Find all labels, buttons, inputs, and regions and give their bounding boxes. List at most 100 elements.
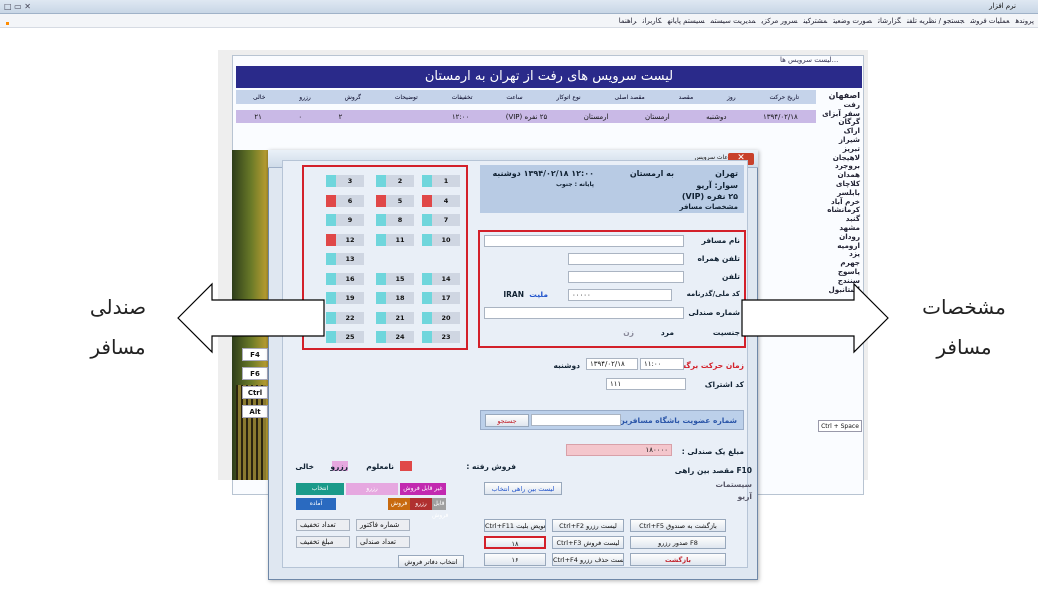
sales-office-field[interactable]: ۱۶: [484, 553, 546, 566]
seat[interactable]: 21: [376, 311, 414, 324]
seat-number: 24: [386, 331, 414, 343]
seat[interactable]: 1: [422, 175, 460, 187]
seat[interactable]: 25: [326, 331, 364, 343]
issue-reserve-button[interactable]: صدور رزرو F8: [630, 536, 726, 549]
seat[interactable]: 16: [326, 272, 364, 285]
sold-legend-label: فروش رفته :: [466, 462, 516, 471]
seat[interactable]: 20: [422, 311, 460, 324]
return-date-input[interactable]: ۱۳۹۴/۰۲/۱۸: [586, 358, 638, 370]
seat-number-input[interactable]: [484, 307, 684, 319]
seat[interactable]: 18: [376, 292, 414, 304]
reserve-list-button[interactable]: Ctrl+F2 لیست رزرو: [552, 519, 624, 532]
status-dot: [6, 22, 9, 25]
seat[interactable]: 10: [422, 233, 460, 246]
side-shortcut-key[interactable]: F6: [242, 367, 268, 380]
column-header: توضیحات: [394, 93, 418, 101]
sales-office-button[interactable]: انتخاب دفاتر فروش: [398, 555, 464, 568]
nationality-value[interactable]: IRAN: [503, 290, 524, 299]
seat-number: 3: [336, 175, 364, 187]
seat[interactable]: 13: [326, 253, 364, 265]
ticket-change-button[interactable]: Ctrl+F11 تعویض بلیت: [484, 519, 546, 532]
sales-list-button[interactable]: Ctrl+F3 لیست فروش: [552, 536, 624, 549]
seat[interactable]: 3: [326, 175, 364, 187]
seat[interactable]: 6: [326, 194, 364, 207]
seat[interactable]: 24: [376, 331, 414, 343]
gender-male-radio[interactable]: مرد: [661, 328, 674, 337]
intercity-checkbox[interactable]: مقصد بین راهی: [675, 466, 734, 475]
menu-item[interactable]: سرور مرکزی: [762, 17, 798, 25]
seat[interactable]: 7: [422, 214, 460, 226]
column-header: مقصد اصلی: [614, 93, 645, 101]
seat[interactable]: 8: [376, 214, 414, 226]
delete-reserve-list-button[interactable]: Ctrl+F4 لیست حذف رزرو: [552, 553, 624, 566]
seat[interactable]: 17: [422, 292, 460, 304]
seat-number: 15: [386, 272, 414, 285]
seat[interactable]: 5: [376, 194, 414, 207]
gender-label: جنسیت: [712, 328, 740, 337]
menu-item[interactable]: سیستم پایانه: [668, 17, 705, 25]
seat-status-indicator: [326, 272, 336, 285]
gender-female-radio[interactable]: زن: [623, 328, 634, 337]
legend-item: رزرو: [410, 498, 432, 510]
table-cell: ۲۱: [254, 112, 262, 121]
seat-annotation-line1: صندلی: [89, 295, 147, 319]
discount-amount-field[interactable]: مبلغ تخفیف: [296, 536, 350, 548]
service-list-title: لیست سرویس ها...: [780, 56, 839, 64]
seat-status-indicator: [326, 253, 336, 265]
seat[interactable]: 11: [376, 233, 414, 246]
seat-number: 10: [432, 233, 460, 246]
seat-number-label: شماره صندلی: [688, 308, 740, 317]
legend-item: آماده: [296, 498, 336, 510]
column-header: ساعت: [506, 93, 523, 101]
national-id-input[interactable]: ۰۰۰۰۰: [568, 289, 672, 301]
invoice-number-field[interactable]: شماره فاکتور: [356, 519, 410, 531]
seat[interactable]: 15: [376, 272, 414, 285]
mobile-input[interactable]: [568, 253, 684, 265]
legend-item: رزرو: [346, 483, 398, 495]
intercity-option-b[interactable]: آریو: [738, 492, 752, 501]
phone-input[interactable]: [568, 271, 684, 283]
seat[interactable]: 22: [326, 311, 364, 324]
menu-item[interactable]: پرونده: [1015, 17, 1034, 25]
service-table-row[interactable]: ۱۳۹۴/۰۲/۱۸ دوشنبه ارمستان ارمستان ۲۵ نفره (V…: [236, 110, 816, 123]
menu-item[interactable]: جستجو / نظریه تلفن: [907, 17, 964, 25]
subscription-input[interactable]: ۱۱۱: [606, 378, 686, 390]
membership-label: شماره عضویت باشگاه مسافرین :: [612, 416, 737, 425]
cashbox-return-button[interactable]: Ctrl+F5 بازگشت به صندوق: [630, 519, 726, 532]
menu-item[interactable]: کاربران: [643, 17, 662, 25]
membership-search-button[interactable]: جستجو: [485, 414, 529, 427]
discount-count-field[interactable]: تعداد تخفیف: [296, 519, 350, 531]
seat-number: 11: [386, 233, 414, 246]
f10-key: F10: [736, 466, 752, 475]
menu-item[interactable]: مشترکین: [803, 17, 827, 25]
reserve-list-field[interactable]: ۱۸: [484, 536, 546, 549]
seat[interactable]: 14: [422, 272, 460, 285]
seat[interactable]: 2: [376, 175, 414, 187]
seat[interactable]: 9: [326, 214, 364, 226]
membership-input[interactable]: [531, 414, 621, 426]
passenger-annotation-line2: مسافر: [936, 335, 992, 359]
intercity-option-a[interactable]: سیستمات: [715, 480, 752, 489]
menu-item[interactable]: گزارشات: [878, 17, 901, 25]
name-input[interactable]: [484, 235, 684, 247]
seat-count-field[interactable]: تعداد صندلی: [356, 536, 410, 548]
intercity-list-button[interactable]: لیست بین راهی انتخاب: [484, 482, 562, 495]
side-shortcut-key[interactable]: Ctrl: [242, 386, 268, 399]
seat-status-indicator: [326, 194, 336, 207]
return-time-input[interactable]: ۱۱:۰۰: [640, 358, 684, 370]
empty-legend-label: خالی: [295, 462, 314, 471]
menu-item[interactable]: صورت وضعیت: [833, 17, 872, 25]
seat[interactable]: 4: [422, 194, 460, 207]
seat-number: 1: [432, 175, 460, 187]
back-button[interactable]: بازگشت: [630, 553, 726, 566]
city-list[interactable]: اصفهان رفت سفر آبزای گرگان اراک شیراز تبریز لا…: [818, 91, 860, 294]
menu-item[interactable]: مدیریت سیستم: [711, 17, 756, 25]
mobile-label: تلفن همراه: [697, 254, 740, 263]
seat[interactable]: 19: [326, 292, 364, 304]
seat[interactable]: 12: [326, 233, 364, 246]
window-controls[interactable]: □ ▭ ✕: [4, 2, 31, 11]
seat[interactable]: 23: [422, 331, 460, 343]
menu-item[interactable]: راهنما: [619, 17, 637, 25]
side-shortcut-key[interactable]: Alt: [242, 405, 268, 418]
menu-item[interactable]: عملیات فروش: [970, 17, 1009, 25]
